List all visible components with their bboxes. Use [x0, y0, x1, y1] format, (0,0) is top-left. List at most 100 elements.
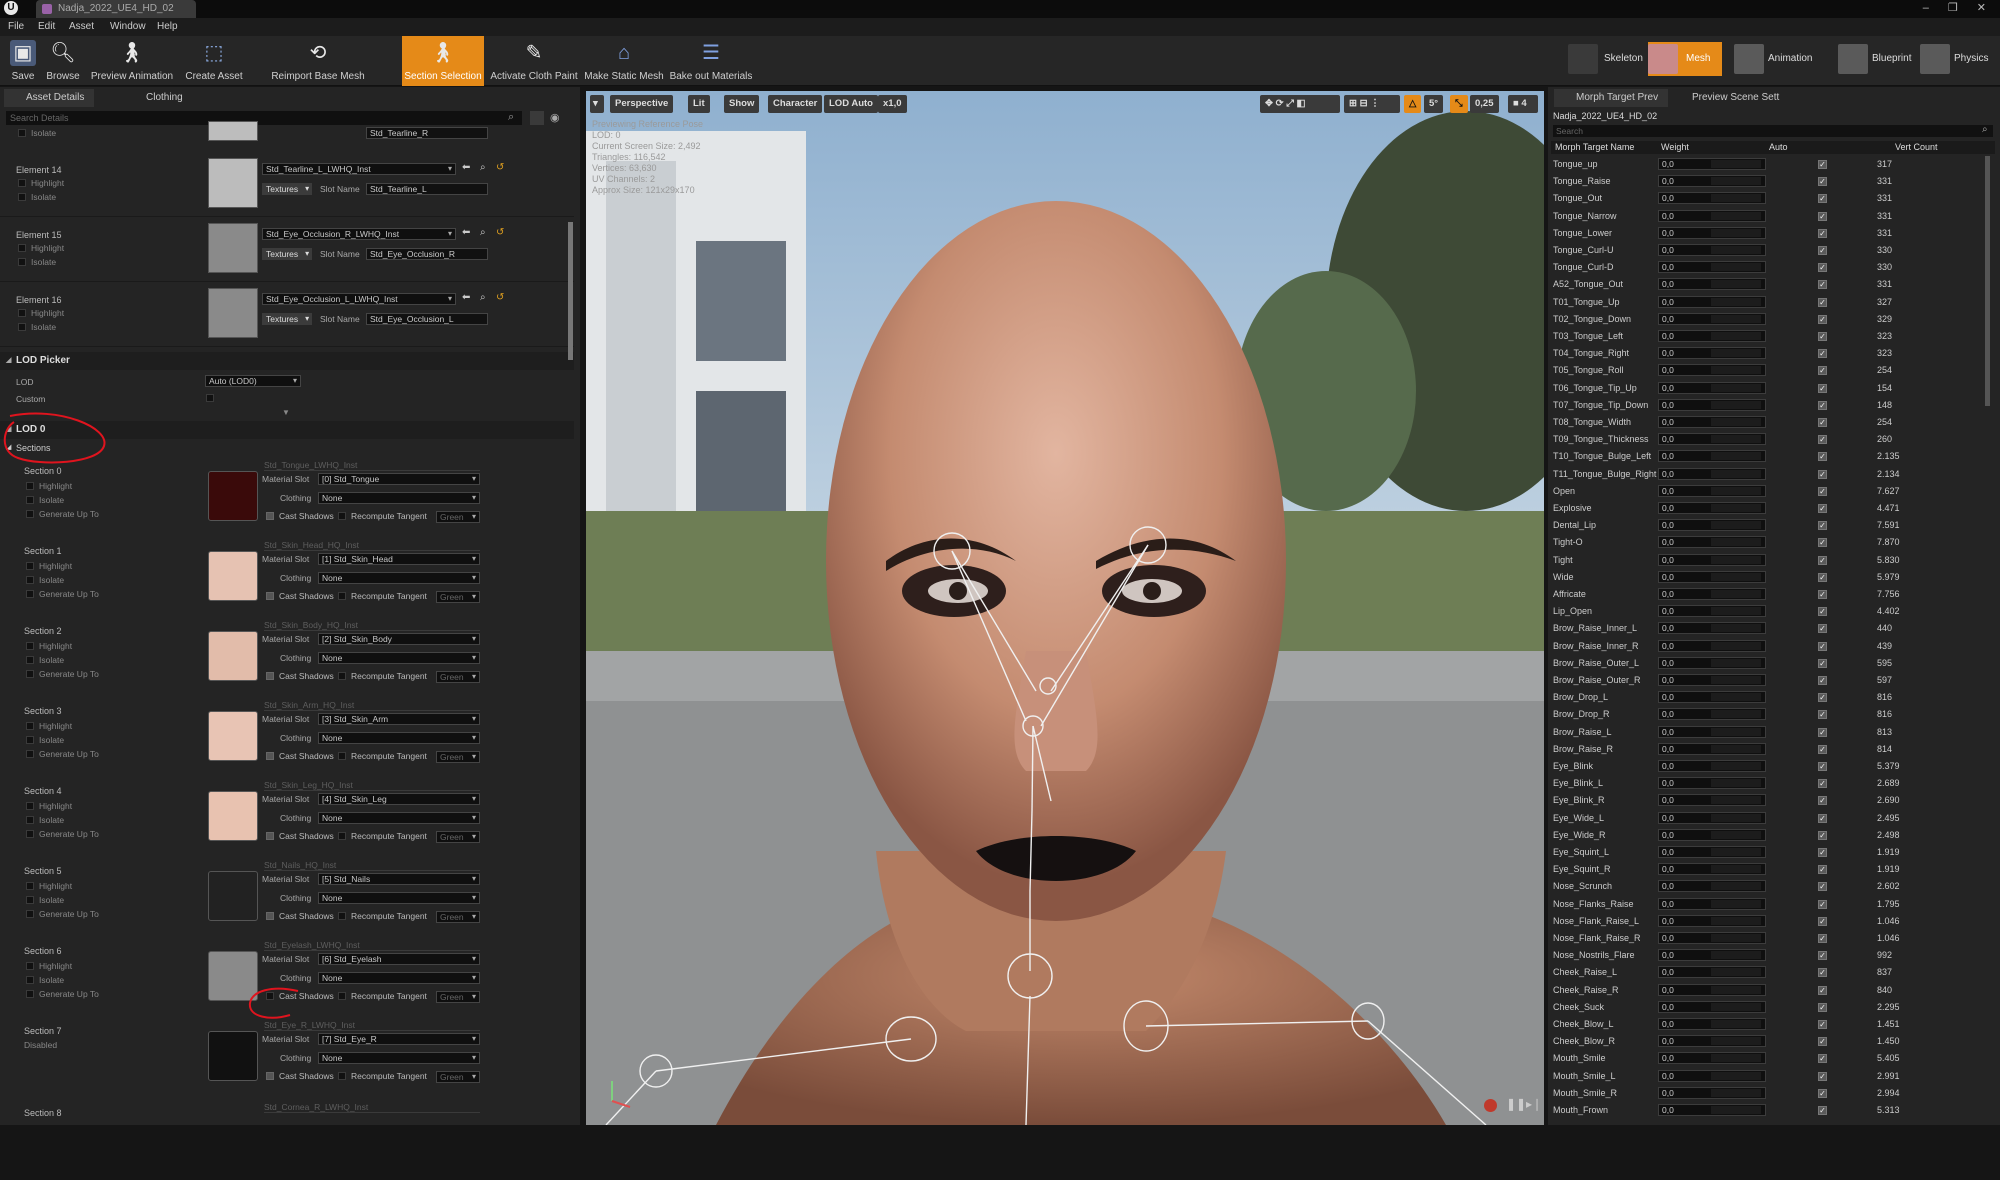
clothing-dropdown[interactable]: None: [318, 892, 480, 904]
morph-search-input[interactable]: Search: [1553, 125, 1993, 137]
auto-checkbox[interactable]: ✓: [1818, 641, 1827, 651]
isolate-checkbox[interactable]: [18, 129, 26, 137]
morph-weight-input[interactable]: 0,0: [1658, 932, 1766, 944]
weight-slider[interactable]: [1711, 934, 1761, 942]
auto-checkbox[interactable]: ✓: [1818, 934, 1827, 943]
morph-row[interactable]: Cheek_Raise_L 0,0 ✓ 837: [1551, 964, 1995, 981]
weight-slider[interactable]: [1711, 779, 1761, 788]
morph-row[interactable]: T03_Tongue_Left 0,0 ✓ 323: [1551, 328, 1995, 345]
weight-slider[interactable]: [1711, 813, 1761, 822]
auto-checkbox[interactable]: ✓: [1818, 194, 1827, 204]
auto-checkbox[interactable]: ✓: [1818, 280, 1827, 290]
isolate-checkbox[interactable]: [26, 896, 34, 904]
auto-checkbox[interactable]: ✓: [1818, 435, 1827, 445]
morph-row[interactable]: Open 0,0 ✓ 7.627: [1551, 483, 1995, 500]
character-button[interactable]: Character: [768, 95, 823, 113]
morph-row[interactable]: Eye_Wide_R 0,0 ✓ 2.498: [1551, 827, 1995, 844]
isolate-checkbox[interactable]: [26, 576, 34, 584]
reset-icon[interactable]: ↺: [496, 227, 504, 238]
browse-button[interactable]: 🔍︎ Browse: [44, 36, 82, 86]
browse-icon[interactable]: ⌕: [480, 292, 486, 303]
snap-tools[interactable]: ⊞ ⊟ ⋮: [1344, 95, 1400, 113]
morph-weight-input[interactable]: 0,0: [1658, 502, 1766, 514]
morph-weight-input[interactable]: 0,0: [1658, 536, 1766, 549]
morph-weight-input[interactable]: 0,0: [1658, 484, 1766, 497]
auto-checkbox[interactable]: ✓: [1818, 624, 1827, 634]
morph-weight-input[interactable]: 0,0: [1658, 175, 1766, 188]
weight-slider[interactable]: [1711, 555, 1761, 564]
morph-weight-input[interactable]: 0,0: [1658, 553, 1766, 566]
morph-weight-input[interactable]: 0,0: [1658, 364, 1766, 377]
weight-slider[interactable]: [1711, 882, 1761, 891]
isolate-checkbox[interactable]: [26, 816, 34, 824]
auto-checkbox[interactable]: ✓: [1818, 779, 1827, 789]
weight-slider[interactable]: [1711, 658, 1761, 667]
scale-snap-icon[interactable]: ⤡: [1450, 95, 1468, 113]
weight-slider[interactable]: [1711, 435, 1761, 444]
weight-slider[interactable]: [1711, 1054, 1761, 1063]
morph-weight-input[interactable]: 0,0: [1658, 519, 1766, 532]
weight-slider[interactable]: [1711, 314, 1761, 323]
highlight-checkbox[interactable]: [18, 244, 26, 252]
weight-slider[interactable]: [1711, 538, 1761, 547]
morph-row[interactable]: T07_Tongue_Tip_Down 0,0 ✓ 148: [1551, 397, 1995, 414]
morph-weight-input[interactable]: 0,0: [1658, 1000, 1766, 1013]
weight-slider[interactable]: [1711, 263, 1761, 272]
auto-checkbox[interactable]: ✓: [1818, 727, 1827, 737]
morph-weight-input[interactable]: 0,0: [1658, 622, 1766, 635]
morph-row[interactable]: Brow_Raise_Inner_R 0,0 ✓ 439: [1551, 638, 1995, 655]
highlight-checkbox[interactable]: [26, 722, 34, 730]
morph-weight-input[interactable]: 0,0: [1658, 1069, 1766, 1082]
generate-up-to-checkbox[interactable]: [26, 670, 34, 678]
auto-checkbox[interactable]: ✓: [1818, 865, 1827, 875]
auto-checkbox[interactable]: ✓: [1818, 951, 1827, 961]
recompute-tangent-checkbox[interactable]: [338, 1072, 346, 1080]
auto-checkbox[interactable]: ✓: [1818, 848, 1827, 857]
highlight-checkbox[interactable]: [26, 962, 34, 970]
grid-view-icon[interactable]: [530, 111, 544, 125]
mode-mesh[interactable]: Mesh: [1648, 42, 1722, 76]
tangent-channel-dropdown[interactable]: Green: [436, 831, 480, 843]
morph-row[interactable]: T01_Tongue_Up 0,0 ✓ 327: [1551, 294, 1995, 311]
clothing-dropdown[interactable]: None: [318, 492, 480, 504]
morph-weight-input[interactable]: 0,0: [1658, 209, 1766, 222]
auto-checkbox[interactable]: ✓: [1818, 710, 1827, 720]
morph-weight-input[interactable]: 0,0: [1658, 312, 1766, 325]
morph-weight-input[interactable]: 0,0: [1658, 244, 1766, 256]
viewport-menu-button[interactable]: ▾: [590, 95, 604, 113]
auto-checkbox[interactable]: ✓: [1818, 1002, 1827, 1012]
morph-weight-input[interactable]: 0,0: [1658, 1104, 1766, 1116]
isolate-checkbox[interactable]: [18, 323, 26, 331]
window-controls[interactable]: – ❐ ✕: [1923, 1, 1994, 14]
lod-dropdown[interactable]: Auto (LOD0): [205, 375, 301, 387]
morph-weight-input[interactable]: 0,0: [1658, 226, 1766, 239]
morph-row[interactable]: Affricate 0,0 ✓ 7.756: [1551, 586, 1995, 603]
highlight-checkbox[interactable]: [18, 179, 26, 187]
tab-morph-target-preview[interactable]: Morph Target Prev: [1554, 89, 1669, 107]
playback-speed-button[interactable]: x1,0: [878, 95, 907, 113]
material-slot-dropdown[interactable]: [2] Std_Skin_Body: [318, 633, 480, 645]
menu-asset[interactable]: Asset: [69, 21, 94, 32]
rotation-snap-value[interactable]: 5°: [1424, 95, 1444, 113]
weight-slider[interactable]: [1711, 1002, 1761, 1011]
lod-picker-category[interactable]: LOD Picker: [0, 352, 574, 370]
lit-button[interactable]: Lit: [688, 95, 710, 113]
morph-row[interactable]: Tongue_Out 0,0 ✓ 331: [1551, 190, 1995, 207]
weight-slider[interactable]: [1711, 899, 1761, 908]
tangent-channel-dropdown[interactable]: Green: [436, 591, 480, 603]
morph-weight-input[interactable]: 0,0: [1658, 381, 1766, 394]
weight-slider[interactable]: [1711, 1106, 1761, 1114]
tab-asset-details[interactable]: Asset Details: [4, 89, 95, 107]
material-slot-dropdown[interactable]: [7] Std_Eye_R: [318, 1033, 480, 1045]
highlight-checkbox[interactable]: [26, 802, 34, 810]
morph-weight-input[interactable]: 0,0: [1658, 1052, 1766, 1065]
camera-speed-value[interactable]: ■ 4: [1508, 95, 1538, 113]
morph-row[interactable]: T05_Tongue_Roll 0,0 ✓ 254: [1551, 362, 1995, 379]
morph-weight-input[interactable]: 0,0: [1658, 639, 1766, 652]
document-tab[interactable]: Nadja_2022_UE4_HD_02: [36, 0, 196, 18]
morph-row[interactable]: Explosive 0,0 ✓ 4.471: [1551, 500, 1995, 517]
morph-weight-input[interactable]: 0,0: [1658, 347, 1766, 360]
auto-checkbox[interactable]: ✓: [1818, 263, 1827, 273]
morph-row[interactable]: Nose_Flank_Raise_L 0,0 ✓ 1.046: [1551, 913, 1995, 930]
morph-row[interactable]: Nose_Nostrils_Flare 0,0 ✓ 992: [1551, 947, 1995, 964]
